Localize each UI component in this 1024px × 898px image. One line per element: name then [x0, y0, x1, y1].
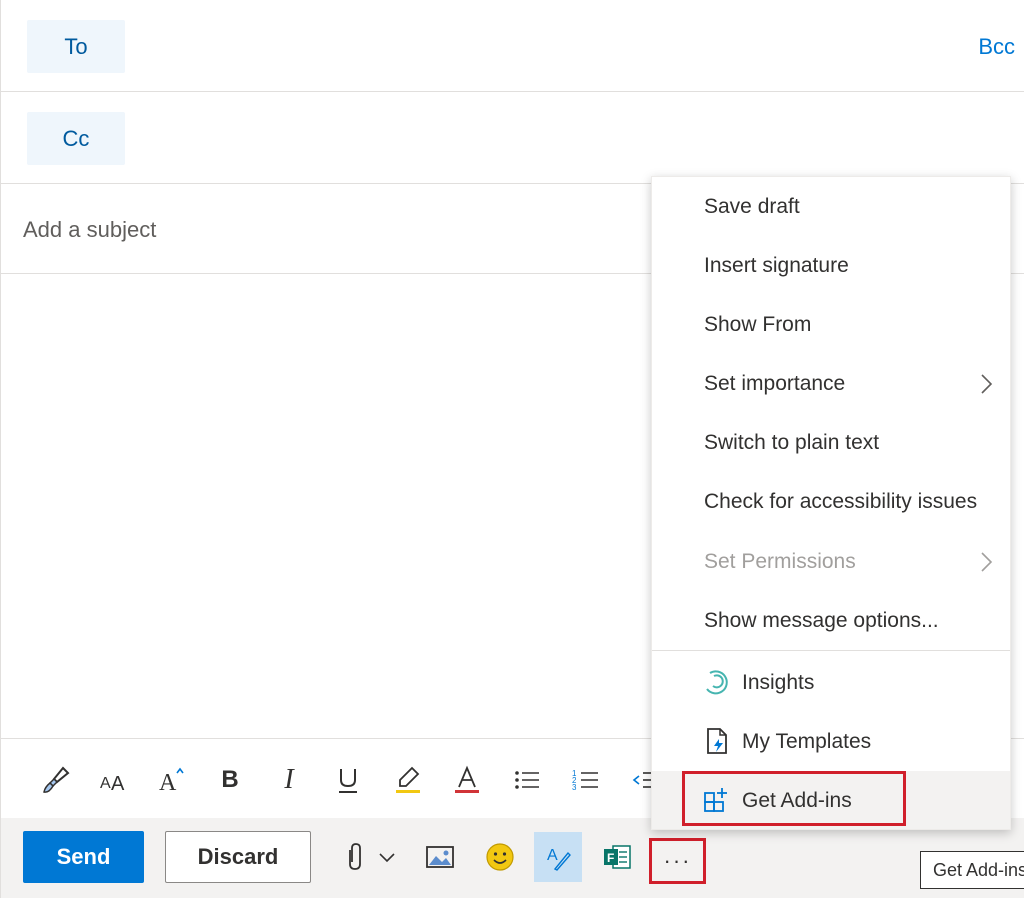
- menu-item-label: Save draft: [704, 194, 800, 218]
- get-add-ins-highlight: [682, 771, 906, 826]
- to-button[interactable]: To: [27, 20, 125, 73]
- numbering-icon[interactable]: 123: [569, 763, 603, 797]
- cc-row: Cc: [1, 92, 1024, 184]
- svg-text:3: 3: [572, 783, 577, 792]
- menu-item-label: Insights: [742, 670, 815, 694]
- menu-item-label: Switch to plain text: [704, 430, 880, 454]
- svg-text:A: A: [547, 847, 558, 864]
- send-button[interactable]: Send: [23, 831, 144, 883]
- svg-text:A: A: [100, 775, 111, 792]
- subject-input[interactable]: [23, 214, 623, 246]
- forms-button[interactable]: F: [593, 832, 641, 882]
- menu-item-switch-plain-text[interactable]: Switch to plain text: [652, 413, 1010, 472]
- emoji-icon: [486, 843, 514, 871]
- chevron-right-icon: [981, 552, 993, 572]
- menu-item-check-accessibility[interactable]: Check for accessibility issues: [652, 472, 1010, 531]
- action-bar: Send Discard A F ···: [1, 818, 1024, 898]
- menu-item-label: Insert signature: [704, 253, 849, 277]
- svg-text:A: A: [159, 770, 177, 795]
- menu-item-label: Set Permissions: [704, 549, 856, 573]
- emoji-button[interactable]: [476, 832, 524, 882]
- menu-item-label: My Templates: [742, 729, 872, 753]
- cc-button[interactable]: Cc: [27, 112, 125, 165]
- menu-item-save-draft[interactable]: Save draft: [652, 177, 1010, 236]
- bcc-link[interactable]: Bcc: [978, 34, 1015, 60]
- bold-icon[interactable]: B: [213, 763, 247, 797]
- menu-item-label: Check for accessibility issues: [704, 489, 978, 513]
- svg-text:A: A: [111, 773, 125, 795]
- paintbrush-icon[interactable]: [39, 763, 73, 797]
- paperclip-icon: [349, 843, 395, 870]
- svg-text:F: F: [607, 851, 614, 865]
- menu-item-show-from[interactable]: Show From: [652, 295, 1010, 354]
- more-options-button[interactable]: ···: [649, 838, 706, 884]
- attach-button[interactable]: [331, 832, 401, 882]
- grow-font-icon[interactable]: A: [155, 763, 189, 797]
- font-size-icon[interactable]: AA: [96, 763, 130, 797]
- editor-button[interactable]: A: [534, 832, 582, 882]
- more-options-menu: Save draft Insert signature Show From Se…: [651, 176, 1011, 830]
- menu-item-insights[interactable]: Insights: [652, 653, 1010, 712]
- discard-button[interactable]: Discard: [165, 831, 311, 883]
- menu-item-set-importance[interactable]: Set importance: [652, 354, 1010, 413]
- menu-divider: [652, 650, 1010, 651]
- menu-item-label: Show message options...: [704, 608, 939, 632]
- menu-item-my-templates[interactable]: My Templates: [652, 712, 1010, 771]
- highlight-icon[interactable]: [391, 763, 425, 797]
- image-icon: [426, 846, 454, 868]
- chevron-right-icon: [981, 374, 993, 394]
- menu-item-show-message-options[interactable]: Show message options...: [652, 591, 1010, 650]
- menu-item-insert-signature[interactable]: Insert signature: [652, 236, 1010, 295]
- underline-icon[interactable]: [331, 763, 365, 797]
- insert-picture-button[interactable]: [416, 832, 464, 882]
- compose-pane: To Bcc Cc AA A B I 123: [0, 0, 1024, 898]
- bullets-icon[interactable]: [510, 763, 544, 797]
- menu-item-set-permissions: Set Permissions: [652, 532, 1010, 591]
- forms-icon: F: [604, 845, 631, 869]
- to-row: To Bcc: [1, 0, 1024, 92]
- insights-icon: [706, 670, 728, 695]
- font-color-icon[interactable]: [450, 763, 484, 797]
- editor-icon: A: [547, 847, 571, 871]
- get-add-ins-tooltip: Get Add-ins: [920, 851, 1024, 889]
- italic-icon[interactable]: I: [272, 763, 306, 797]
- menu-item-label: Set importance: [704, 371, 846, 395]
- menu-item-label: Show From: [704, 312, 812, 336]
- templates-icon: [707, 728, 727, 754]
